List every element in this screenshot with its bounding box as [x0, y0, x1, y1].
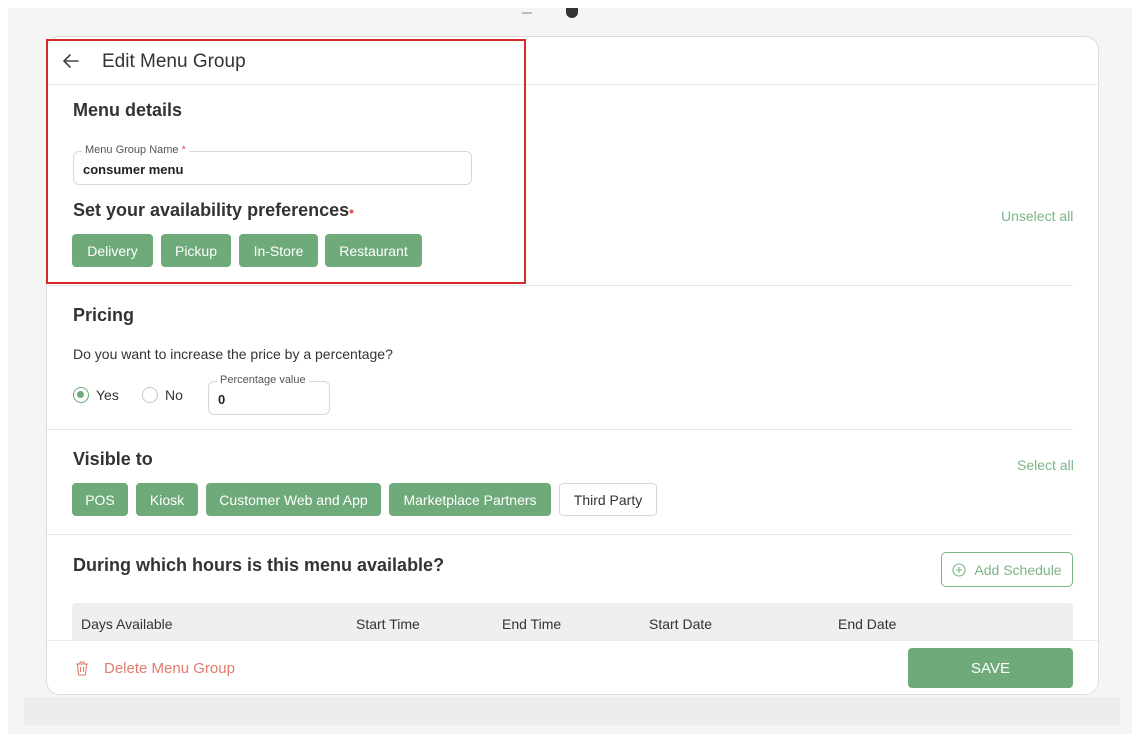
menu-group-name-label: Menu Group Name * — [82, 144, 189, 156]
pricing-no-label: No — [165, 387, 183, 403]
add-schedule-button[interactable]: Add Schedule — [941, 552, 1073, 587]
divider — [47, 534, 1073, 535]
pricing-yes-label: Yes — [96, 387, 119, 403]
radio-unchecked-icon — [142, 387, 158, 403]
percentage-value-label: Percentage value — [217, 374, 309, 386]
percentage-value-input[interactable] — [218, 392, 318, 407]
visible-chip-customer-web-and-app[interactable]: Customer Web and App — [206, 483, 381, 516]
footer-bar: Delete Menu Group SAVE — [47, 640, 1098, 694]
delete-menu-group-label: Delete Menu Group — [104, 660, 235, 677]
pricing-no-radio[interactable]: No — [142, 387, 183, 403]
column-header: Days Available — [81, 616, 173, 632]
plus-circle-icon — [952, 562, 966, 577]
pricing-question: Do you want to increase the price by a p… — [73, 346, 393, 362]
availability-chip-delivery[interactable]: Delivery — [72, 234, 153, 267]
required-mark: • — [349, 203, 355, 219]
percentage-value-field[interactable]: Percentage value — [208, 374, 330, 415]
notch-dash — [522, 12, 532, 14]
edit-menu-group-card: Edit Menu Group Menu details Menu Group … — [46, 36, 1099, 695]
availability-chip-restaurant[interactable]: Restaurant — [325, 234, 422, 267]
divider — [47, 429, 1073, 430]
unselect-all-link[interactable]: Unselect all — [1001, 208, 1073, 224]
availability-title: Set your availability preferences• — [73, 200, 355, 220]
trash-icon — [76, 661, 88, 676]
availability-chip-in-store[interactable]: In-Store — [239, 234, 318, 267]
menu-details-title: Menu details — [73, 100, 183, 120]
column-header: Start Time — [356, 616, 420, 632]
divider — [47, 285, 1073, 286]
visible-chip-marketplace-partners[interactable]: Marketplace Partners — [389, 483, 551, 516]
schedule-title: During which hours is this menu availabl… — [73, 555, 445, 575]
column-header: Start Date — [649, 616, 713, 632]
arrow-left-icon[interactable] — [61, 51, 81, 71]
pricing-yes-radio[interactable]: Yes — [73, 387, 119, 403]
delete-menu-group-button[interactable]: Delete Menu Group — [74, 660, 235, 677]
availability-chip-pickup[interactable]: Pickup — [161, 234, 231, 267]
column-header: End Date — [838, 616, 897, 632]
select-all-link[interactable]: Select all — [1017, 457, 1074, 473]
menu-group-name-input[interactable] — [83, 162, 453, 177]
bottom-strip — [24, 697, 1120, 725]
visible-chip-pos[interactable]: POS — [72, 483, 128, 516]
radio-checked-icon — [73, 387, 89, 403]
visible-chip-third-party[interactable]: Third Party — [559, 483, 657, 516]
page-header: Edit Menu Group — [47, 37, 1098, 85]
visible-chip-kiosk[interactable]: Kiosk — [136, 483, 198, 516]
visible-to-title: Visible to — [73, 449, 153, 469]
save-button[interactable]: SAVE — [908, 648, 1073, 688]
add-schedule-label: Add Schedule — [974, 561, 1062, 578]
menu-group-name-field[interactable]: Menu Group Name * — [73, 144, 472, 185]
column-header: End Time — [502, 616, 562, 632]
page-title: Edit Menu Group — [102, 51, 246, 72]
pricing-title: Pricing — [73, 305, 135, 325]
